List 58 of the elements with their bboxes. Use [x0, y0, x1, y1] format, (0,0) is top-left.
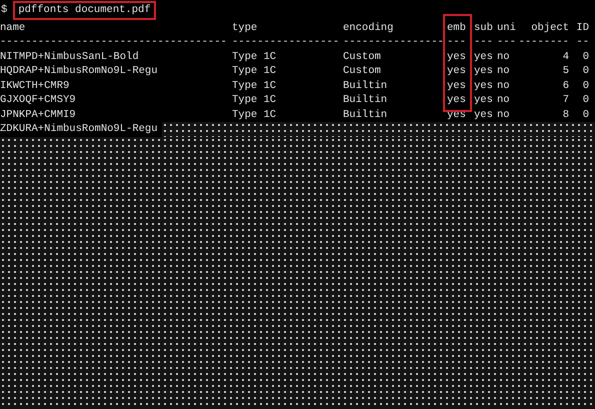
table-cell-text: no	[497, 50, 511, 64]
table-cell-text: 4	[562, 50, 569, 64]
table-cell: ZDKURA+NimbusRomNo9L-Regu	[0, 122, 158, 136]
table-cell-text: no	[497, 93, 511, 108]
table-cell-text: 7	[562, 93, 569, 108]
table-cell-text: 0	[582, 78, 589, 93]
table-cell-text: Builtin	[343, 108, 388, 122]
table-cell-text: Type 1C	[232, 93, 278, 108]
table-cell-text: JPNKPA+CMMI9	[0, 108, 77, 122]
table-cell-text: Type 1C	[232, 78, 278, 93]
table-cell-text: 0	[582, 108, 589, 122]
header-rule: ---	[497, 35, 517, 50]
table-cell-text: HQDRAP+NimbusRomNo9L-Regu	[0, 64, 159, 78]
column-header: ID	[575, 20, 589, 35]
table-cell-text: 5	[562, 64, 569, 78]
table-cell-text: yes	[474, 108, 494, 122]
table-cell-text: 6	[562, 78, 569, 93]
table-cell-text: Builtin	[343, 78, 388, 93]
table-cell-text: no	[497, 108, 511, 122]
column-header: emb	[447, 20, 467, 35]
shell-prompt: $	[1, 3, 8, 18]
header-rule: ---	[474, 35, 494, 50]
table-cell-text: IKWCTH+CMR9	[0, 78, 70, 93]
column-header: object	[530, 20, 569, 35]
header-rule: ----------------	[343, 35, 445, 50]
table-cell-text: NITMPD+NimbusSanL-Bold	[0, 50, 140, 64]
table-cell-text: no	[497, 64, 511, 78]
header-rule: ------------------------------------	[0, 35, 228, 50]
table-cell-text: 0	[582, 64, 589, 78]
column-header: uni	[497, 20, 517, 35]
table-cell-text: 0	[582, 50, 589, 64]
table-cell-text: GJXOQF+CMSY9	[0, 93, 77, 108]
table-cell-text: 0	[582, 93, 589, 108]
column-header: sub	[474, 20, 494, 35]
table-cell-text: Type 1C	[232, 108, 278, 122]
header-rule: ---	[447, 35, 467, 50]
table-cell-text: Type 1C	[232, 64, 278, 78]
table-cell-text: Custom	[343, 64, 382, 78]
table-cell-text: Type 1C	[232, 50, 278, 64]
table-cell-text: yes	[447, 78, 467, 93]
table-cell-text: yes	[447, 93, 467, 108]
table-cell-text: 8	[562, 108, 569, 122]
command-text: pdffonts document.pdf	[13, 1, 156, 20]
table-cell-text: Builtin	[343, 93, 388, 108]
table-cell-text: yes	[447, 64, 467, 78]
header-rule: --	[575, 35, 589, 50]
table-cell-text: yes	[474, 64, 494, 78]
table-cell-text: yes	[447, 50, 467, 64]
table-cell-text: Custom	[343, 50, 382, 64]
table-cell-text: no	[497, 78, 511, 93]
table-cell-text: yes	[474, 50, 494, 64]
header-rule: --------	[518, 35, 569, 50]
column-header: type	[232, 20, 258, 35]
column-header: encoding	[343, 20, 394, 35]
header-rule: -----------------	[232, 35, 340, 50]
table-cell-text: yes	[474, 78, 494, 93]
column-header: name	[0, 20, 26, 35]
table-cell-text: yes	[474, 93, 494, 108]
